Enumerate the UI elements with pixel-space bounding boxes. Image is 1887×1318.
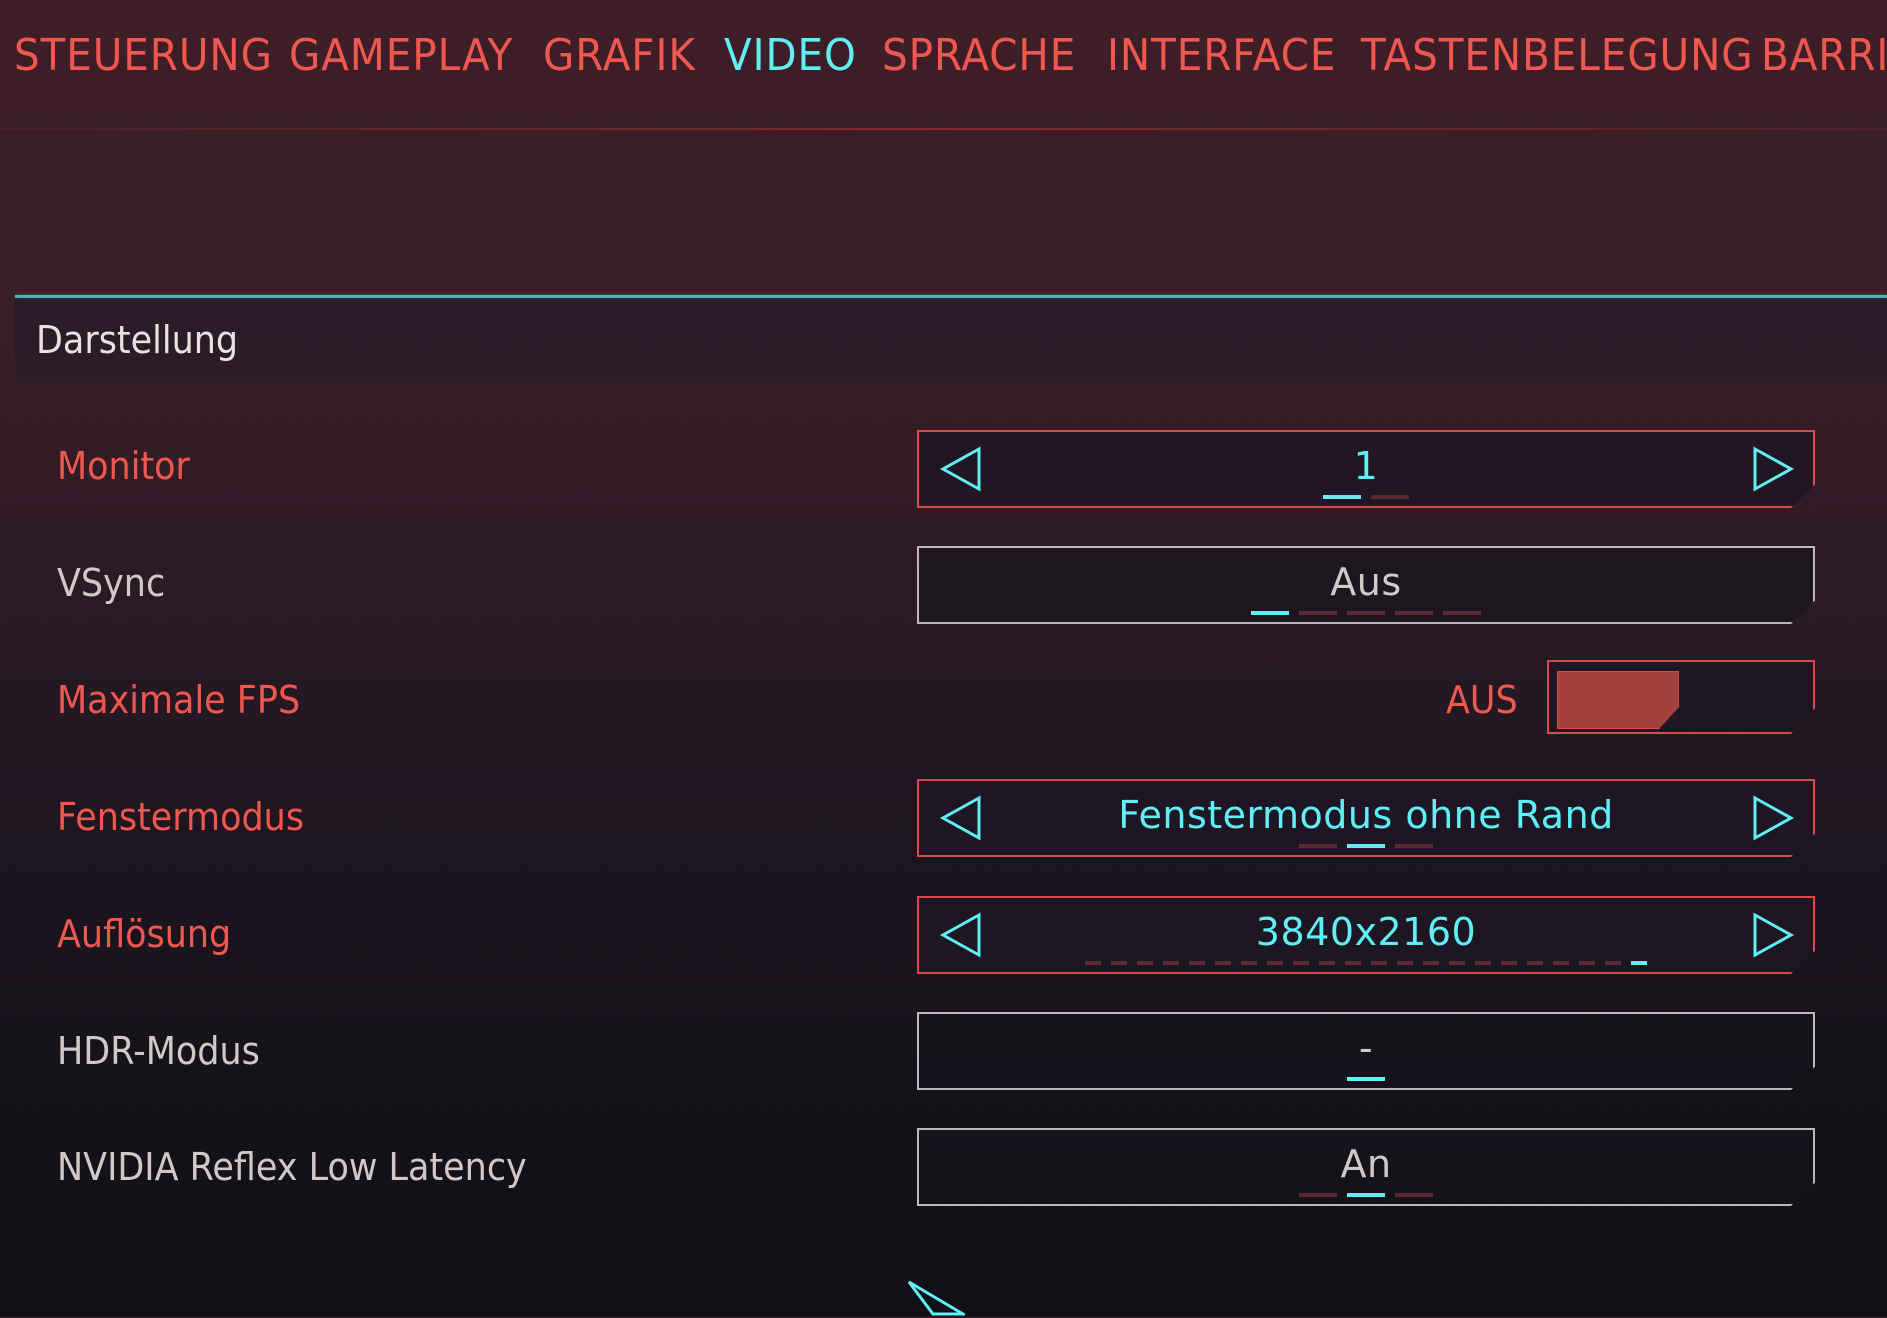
option-dash bbox=[1423, 961, 1439, 965]
window-mode-option-indicator bbox=[919, 844, 1813, 848]
option-dash bbox=[1319, 961, 1335, 965]
vsync-label: VSync bbox=[57, 561, 166, 605]
option-dash bbox=[1241, 961, 1257, 965]
triangle-right-icon[interactable] bbox=[1751, 795, 1795, 841]
option-dash bbox=[1299, 1193, 1337, 1197]
option-dash bbox=[1251, 611, 1289, 615]
option-dash bbox=[1395, 844, 1433, 848]
option-dash bbox=[1189, 961, 1205, 965]
option-dash bbox=[1163, 961, 1179, 965]
resolution-option-indicator bbox=[919, 961, 1813, 965]
hdr-selector[interactable]: - bbox=[917, 1012, 1815, 1090]
triangle-right-icon[interactable] bbox=[1751, 912, 1795, 958]
tab-tastenbelegung[interactable]: TASTENBELEGUNG bbox=[1361, 30, 1754, 81]
reflex-option-indicator bbox=[919, 1193, 1813, 1197]
option-dash bbox=[1267, 961, 1283, 965]
tab-gameplay[interactable]: GAMEPLAY bbox=[289, 30, 513, 81]
option-dash bbox=[1605, 961, 1621, 965]
option-dash bbox=[1579, 961, 1595, 965]
tab-bar: STEUERUNG GAMEPLAY GRAFIK VIDEO SPRACHE … bbox=[0, 0, 1887, 130]
tab-barrierefreiheit[interactable]: BARRI bbox=[1761, 30, 1887, 81]
reflex-selector[interactable]: An bbox=[917, 1128, 1815, 1206]
option-dash bbox=[1347, 1193, 1385, 1197]
toggle-knob bbox=[1557, 671, 1679, 729]
tab-steuerung[interactable]: STEUERUNG bbox=[14, 30, 273, 81]
option-dash bbox=[1449, 961, 1465, 965]
option-dash bbox=[1299, 844, 1337, 848]
triangle-right-icon[interactable] bbox=[1751, 446, 1795, 492]
option-dash bbox=[1527, 961, 1543, 965]
option-dash bbox=[1111, 961, 1127, 965]
option-dash bbox=[1347, 1077, 1385, 1081]
window-mode-label: Fenstermodus bbox=[57, 795, 305, 839]
max-fps-label: Maximale FPS bbox=[57, 678, 301, 722]
option-dash bbox=[1395, 611, 1433, 615]
option-dash bbox=[1293, 961, 1309, 965]
vsync-selector[interactable]: Aus bbox=[917, 546, 1815, 624]
resolution-value: 3840x2160 bbox=[1255, 910, 1477, 954]
option-dash bbox=[1371, 495, 1409, 499]
reflex-label: NVIDIA Reflex Low Latency bbox=[57, 1145, 527, 1189]
resolution-selector[interactable]: 3840x2160 bbox=[917, 896, 1815, 974]
monitor-option-indicator bbox=[919, 495, 1813, 499]
hdr-value: - bbox=[1358, 1026, 1374, 1070]
mouse-cursor-icon bbox=[907, 1280, 965, 1316]
vsync-value: Aus bbox=[1330, 560, 1402, 604]
hdr-option-indicator bbox=[919, 1077, 1813, 1081]
option-dash bbox=[1347, 611, 1385, 615]
tab-sprache[interactable]: SPRACHE bbox=[882, 30, 1076, 81]
option-dash bbox=[1215, 961, 1231, 965]
option-dash bbox=[1553, 961, 1569, 965]
tab-interface[interactable]: INTERFACE bbox=[1107, 30, 1336, 81]
max-fps-state: AUS bbox=[1446, 678, 1518, 722]
option-dash bbox=[1397, 961, 1413, 965]
hdr-label: HDR-Modus bbox=[57, 1029, 260, 1073]
monitor-label: Monitor bbox=[57, 444, 190, 488]
tab-grafik[interactable]: GRAFIK bbox=[543, 30, 696, 81]
tab-divider bbox=[0, 128, 1887, 130]
option-dash bbox=[1501, 961, 1517, 965]
option-dash bbox=[1345, 961, 1361, 965]
window-mode-value: Fenstermodus ohne Rand bbox=[1118, 793, 1614, 837]
monitor-value: 1 bbox=[1353, 444, 1379, 488]
vsync-option-indicator bbox=[919, 611, 1813, 615]
option-dash bbox=[1631, 961, 1647, 965]
window-mode-selector[interactable]: Fenstermodus ohne Rand bbox=[917, 779, 1815, 857]
option-dash bbox=[1299, 611, 1337, 615]
option-dash bbox=[1371, 961, 1387, 965]
reflex-value: An bbox=[1340, 1142, 1392, 1186]
section-title: Darstellung bbox=[36, 318, 239, 362]
option-dash bbox=[1323, 495, 1361, 499]
monitor-selector[interactable]: 1 bbox=[917, 430, 1815, 508]
option-dash bbox=[1347, 844, 1385, 848]
option-dash bbox=[1475, 961, 1491, 965]
option-dash bbox=[1085, 961, 1101, 965]
option-dash bbox=[1137, 961, 1153, 965]
section-header bbox=[15, 298, 1887, 383]
option-dash bbox=[1443, 611, 1481, 615]
max-fps-toggle[interactable] bbox=[1547, 660, 1815, 734]
resolution-label: Auflösung bbox=[57, 912, 232, 956]
tab-video[interactable]: VIDEO bbox=[724, 30, 857, 81]
option-dash bbox=[1395, 1193, 1433, 1197]
